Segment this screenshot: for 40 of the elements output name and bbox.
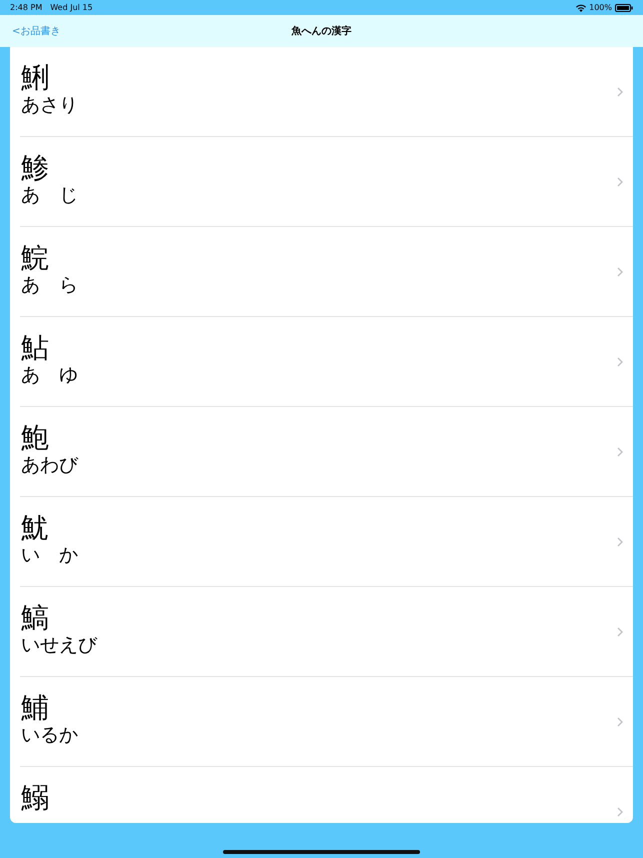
chevron-icon — [617, 537, 623, 547]
chevron-icon — [617, 177, 623, 187]
reading-label: いせえび — [21, 633, 98, 657]
chevron-icon — [617, 357, 623, 367]
chevron-icon — [617, 807, 623, 817]
reading-label: あ じ — [21, 183, 79, 207]
chevron-icon — [617, 87, 623, 97]
reading-label: あ ら — [21, 273, 79, 297]
list-row[interactable]: 鰝 いせえび — [10, 587, 633, 677]
chevron-icon — [617, 267, 623, 277]
list-row[interactable]: 魷 い か — [10, 497, 633, 587]
chevron-icon — [617, 447, 623, 457]
kanji-label: 鮑 — [21, 423, 50, 453]
reading-label: あわび — [21, 453, 80, 477]
wifi-icon — [576, 4, 586, 12]
status-time: 2:48 PM — [10, 3, 42, 12]
list-row[interactable]: 鮎 あ ゆ — [10, 317, 633, 407]
kanji-label: 鰝 — [21, 603, 50, 633]
list-row[interactable]: 鯆 いるか — [10, 677, 633, 767]
kanji-label: 魷 — [21, 513, 50, 543]
list-row[interactable]: 鯇 あ ら — [10, 227, 633, 317]
kanji-label: 鯆 — [21, 693, 50, 723]
chevron-icon — [617, 627, 623, 637]
list-row[interactable]: 鯵 あ じ — [10, 137, 633, 227]
battery-percent: 100% — [589, 3, 612, 12]
nav-title: 魚へんの漢字 — [292, 24, 352, 38]
kanji-label: 鰯 — [21, 783, 50, 813]
list-row[interactable]: 鮑 あわび — [10, 407, 633, 497]
list-row[interactable]: 鯏 あさり — [10, 47, 633, 137]
reading-label: いるか — [21, 723, 79, 747]
kanji-label: 鮎 — [21, 333, 50, 363]
kanji-label: 鯏 — [21, 63, 50, 93]
status-date: Wed Jul 15 — [50, 3, 93, 12]
reading-label: い か — [21, 543, 79, 567]
kanji-label: 鯇 — [21, 243, 50, 273]
chevron-icon — [617, 717, 623, 727]
kanji-label: 鯵 — [21, 153, 50, 183]
reading-label: あさり — [21, 93, 79, 117]
battery-icon — [615, 4, 633, 12]
reading-label: あ ゆ — [21, 363, 79, 387]
